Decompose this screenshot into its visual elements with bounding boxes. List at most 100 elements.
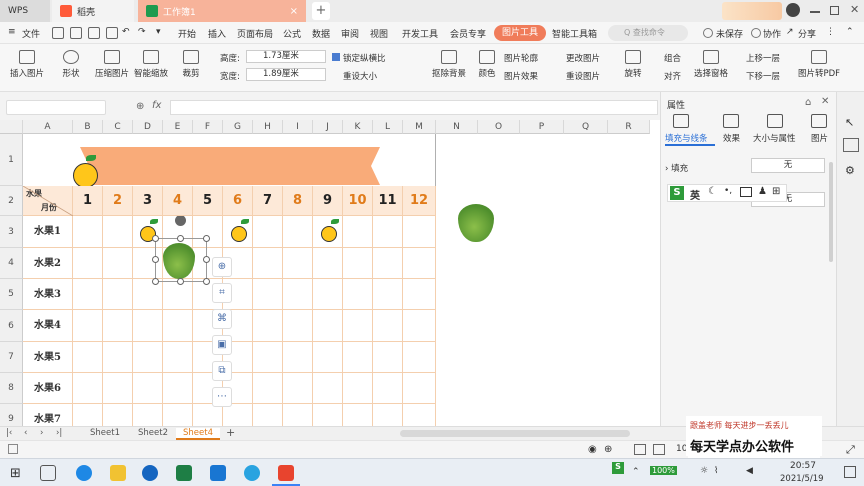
col-header-p[interactable]: P	[520, 120, 564, 134]
table-cell[interactable]	[313, 404, 343, 426]
menu-member[interactable]: 会员专享	[450, 27, 486, 40]
wps-icon[interactable]	[278, 465, 294, 481]
row-header-5[interactable]: 5	[0, 279, 23, 310]
col-header-d[interactable]: D	[133, 120, 163, 134]
more-icon[interactable]: ▾	[156, 27, 161, 37]
print-icon[interactable]	[88, 27, 100, 39]
grid-menu-icon[interactable]: ⊞	[772, 186, 780, 197]
network-icon[interactable]: ⌇	[714, 466, 718, 476]
menu-formula[interactable]: 公式	[283, 27, 301, 40]
table-cell[interactable]	[313, 310, 343, 342]
table-cell[interactable]	[103, 279, 133, 310]
rotate-button[interactable]: 旋转	[620, 50, 646, 79]
sheet-tab-1[interactable]: Sheet1	[90, 428, 120, 438]
fruit-label-6[interactable]: 水果6	[23, 373, 73, 404]
table-cell[interactable]	[373, 248, 403, 279]
picture-effect-button[interactable]: 图片效果	[504, 70, 538, 82]
table-cell[interactable]	[403, 248, 436, 279]
table-cell[interactable]	[313, 279, 343, 310]
orange-g3-icon[interactable]	[231, 226, 247, 242]
table-cell[interactable]	[103, 310, 133, 342]
table-cell[interactable]	[253, 373, 283, 404]
resize-handle-r[interactable]	[203, 256, 210, 263]
month-header-11[interactable]: 11	[373, 186, 403, 216]
table-cell[interactable]	[163, 310, 193, 342]
row-header-1[interactable]: 1	[0, 134, 23, 186]
table-cell[interactable]	[403, 216, 436, 248]
table-cell[interactable]	[253, 279, 283, 310]
table-cell[interactable]	[133, 342, 163, 373]
punctuation-icon[interactable]: •,	[724, 186, 732, 196]
align-button[interactable]: 对齐	[664, 70, 681, 82]
new-tab-button[interactable]: +	[312, 2, 330, 20]
table-cell[interactable]	[403, 373, 436, 404]
col-header-n[interactable]: N	[436, 120, 478, 134]
table-cell[interactable]	[103, 216, 133, 248]
tab-effect[interactable]: 效果	[723, 132, 740, 144]
menu-data[interactable]: 数据	[312, 27, 330, 40]
col-header-l[interactable]: L	[373, 120, 403, 134]
table-cell[interactable]	[283, 404, 313, 426]
table-cell[interactable]	[313, 373, 343, 404]
table-cell[interactable]	[343, 310, 373, 342]
export-icon[interactable]	[70, 27, 82, 39]
month-header-5[interactable]: 5	[193, 186, 223, 216]
close-window-icon[interactable]: ✕	[850, 3, 859, 16]
col-header-q[interactable]: Q	[564, 120, 608, 134]
table-cell[interactable]	[283, 342, 313, 373]
smart-scale-button[interactable]: 智能缩放	[133, 50, 169, 79]
table-cell[interactable]	[373, 279, 403, 310]
compress-picture-button[interactable]: 压缩图片	[94, 50, 130, 79]
normal-view-icon[interactable]	[634, 444, 646, 455]
table-cell[interactable]	[253, 310, 283, 342]
table-cell[interactable]	[343, 373, 373, 404]
eye-icon[interactable]: ◉	[588, 444, 597, 455]
picture-to-pdf-button[interactable]: 图片转PDF	[796, 50, 842, 79]
last-sheet-icon[interactable]: ›|	[56, 428, 62, 438]
view-mode-icon[interactable]: ⊕	[604, 444, 612, 455]
tab-fill-line[interactable]: 填充与线条	[665, 132, 708, 144]
table-cell[interactable]	[103, 248, 133, 279]
row-header-8[interactable]: 8	[0, 373, 23, 404]
rotate-handle-icon[interactable]	[175, 215, 186, 226]
tab-size-properties[interactable]: 大小与属性	[753, 132, 796, 144]
table-cell[interactable]	[103, 404, 133, 426]
file-explorer-icon[interactable]	[110, 465, 126, 481]
table-cell[interactable]	[403, 310, 436, 342]
reset-picture-button[interactable]: 重设图片	[566, 70, 600, 82]
table-cell[interactable]	[193, 404, 223, 426]
pin-icon[interactable]: ⌂	[805, 97, 811, 108]
table-cell[interactable]	[103, 373, 133, 404]
battery-indicator[interactable]: 100%	[650, 466, 677, 475]
table-cell[interactable]	[343, 342, 373, 373]
copy-picture-icon[interactable]: ⧉	[212, 361, 232, 381]
table-cell[interactable]	[133, 404, 163, 426]
pear-image-2[interactable]	[458, 204, 494, 242]
close-pane-icon[interactable]: ✕	[821, 96, 829, 107]
fruit-label-3[interactable]: 水果3	[23, 279, 73, 310]
table-cell[interactable]	[313, 248, 343, 279]
fill-select[interactable]: 无	[751, 158, 825, 173]
minimize-icon[interactable]	[810, 11, 820, 13]
user-icon[interactable]: ♟	[758, 186, 767, 197]
more-options-icon[interactable]: ⋮	[826, 27, 835, 37]
ime-toolbar[interactable]: S 英 ☾ •, ♟ ⊞	[667, 184, 787, 202]
table-cell[interactable]	[403, 279, 436, 310]
moon-icon[interactable]: ☾	[708, 186, 717, 197]
table-cell[interactable]	[343, 248, 373, 279]
close-tab-icon[interactable]: ×	[290, 6, 298, 17]
menu-start[interactable]: 开始	[178, 27, 196, 40]
row-header-4[interactable]: 4	[0, 248, 23, 279]
edge-icon[interactable]	[76, 465, 92, 481]
keyboard-icon[interactable]	[740, 187, 752, 197]
redo-icon[interactable]: ↷	[138, 27, 146, 37]
month-header-1[interactable]: 1	[73, 186, 103, 216]
remove-background-button[interactable]: 抠除背景	[428, 50, 470, 79]
row-header-3[interactable]: 3	[0, 216, 23, 248]
table-cell[interactable]	[343, 279, 373, 310]
zoom-formula-icon[interactable]: ⊕	[136, 101, 144, 112]
fx-icon[interactable]: fx	[152, 100, 161, 111]
page-layout-icon[interactable]	[653, 444, 665, 455]
macro-icon[interactable]	[8, 444, 18, 454]
table-cell[interactable]	[223, 404, 253, 426]
